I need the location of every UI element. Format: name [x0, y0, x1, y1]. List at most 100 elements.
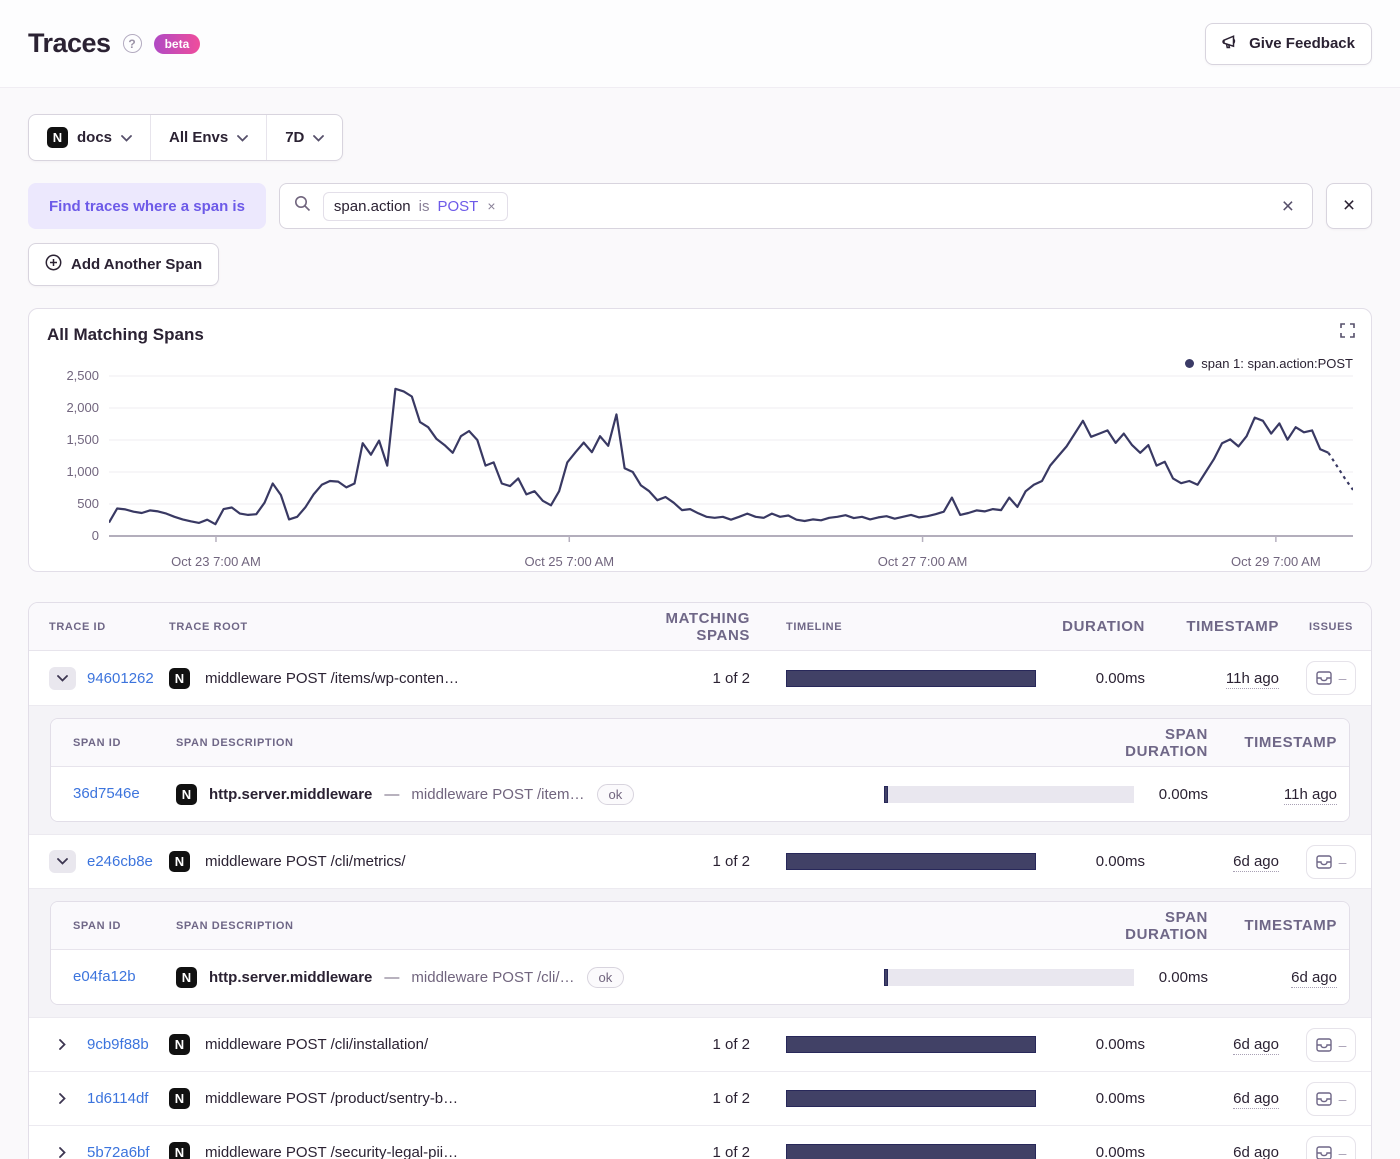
inbox-icon [1315, 671, 1332, 685]
duration-value: 0.00ms [1095, 1090, 1145, 1107]
timestamp-value: 11h ago [1225, 669, 1279, 689]
timestamp-value: 6d ago [1233, 1144, 1279, 1159]
collapse-row-button[interactable] [49, 850, 76, 873]
span-row[interactable]: 36d7546e N http.server.middleware — midd… [51, 767, 1349, 821]
table-row[interactable]: 9cb9f88b N middleware POST /cli/installa… [29, 1017, 1371, 1071]
collapse-row-button[interactable] [49, 666, 76, 690]
span-op-label: http.server.middleware [209, 968, 373, 986]
search-input[interactable] [519, 197, 1266, 215]
nextjs-project-icon: N [169, 667, 190, 689]
trace-id-link[interactable]: e246cb8e [87, 853, 153, 870]
x-axis-label: Oct 23 7:00 AM [171, 554, 261, 569]
matching-spans-value: 1 of 2 [712, 669, 750, 687]
duration-value: 0.00ms [1095, 1036, 1145, 1053]
trace-id-link[interactable]: 5b72a6bf [87, 1144, 150, 1159]
span-id-link[interactable]: 36d7546e [73, 785, 140, 802]
all-matching-spans-chart-card: All Matching Spans span 1: span.action:P… [28, 308, 1372, 572]
x-axis-label: Oct 29 7:00 AM [1231, 554, 1321, 569]
help-icon[interactable]: ? [122, 34, 142, 53]
clear-search-icon[interactable]: × [1278, 194, 1298, 219]
nextjs-project-icon: N [169, 1142, 190, 1159]
col-timestamp: TIMESTAMP [1186, 618, 1279, 635]
matching-spans-value: 1 of 2 [712, 1144, 750, 1159]
trace-id-link[interactable]: 9cb9f88b [87, 1036, 149, 1053]
col-trace-root: TRACE ROOT [169, 620, 248, 633]
issues-button[interactable]: – [1305, 1027, 1357, 1062]
issues-dash: – [1338, 670, 1347, 686]
page-header: Traces ? beta Give Feedback [0, 0, 1400, 88]
table-row[interactable]: 94601262 N middleware POST /items/wp-con… [29, 651, 1371, 705]
token-key: span.action [333, 197, 411, 215]
issues-button[interactable]: – [1305, 844, 1357, 879]
span-search-row: Find traces where a span is span.action … [28, 183, 1372, 229]
megaphone-icon [1222, 34, 1240, 54]
duration-value: 0.00ms [1095, 1144, 1145, 1159]
expand-row-button[interactable] [49, 1087, 76, 1110]
date-range-dropdown[interactable]: 7D [266, 115, 342, 160]
chevron-down-icon [121, 129, 132, 146]
y-axis-label: 2,000 [66, 400, 99, 415]
expand-row-button[interactable] [49, 1141, 76, 1159]
nextjs-project-icon: N [176, 966, 197, 988]
date-range-label: 7D [285, 129, 305, 146]
y-axis-label: 1,500 [66, 432, 99, 447]
issues-button[interactable]: – [1305, 1135, 1357, 1159]
duration-value: 0.00ms [1095, 669, 1145, 687]
col-span-id: SPAN ID [73, 919, 122, 932]
y-axis-label: 2,500 [66, 368, 99, 383]
span-timeline-bar [884, 785, 1134, 803]
y-axis-label: 500 [77, 496, 99, 511]
col-span-id: SPAN ID [73, 736, 122, 749]
span-id-link[interactable]: e04fa12b [73, 968, 136, 985]
y-axis-label: 0 [91, 528, 99, 543]
span-table-header: SPAN ID SPAN DESCRIPTION SPAN DURATION T… [51, 719, 1349, 767]
span-search-box[interactable]: span.action is POST × × [278, 183, 1313, 229]
timeline-bar [786, 669, 1036, 687]
chart-legend: span 1: span.action:POST [1185, 356, 1353, 371]
x-axis-label: Oct 25 7:00 AM [524, 554, 615, 569]
trace-root-label: middleware POST /product/sentry-b… [205, 1090, 459, 1107]
timeline-bar [786, 1090, 1036, 1107]
nextjs-project-icon: N [176, 783, 197, 805]
environment-filter-dropdown[interactable]: All Envs [150, 115, 266, 160]
table-row[interactable]: 1d6114df N middleware POST /product/sent… [29, 1071, 1371, 1125]
table-row[interactable]: 5b72a6bf N middleware POST /security-leg… [29, 1125, 1371, 1159]
expand-chart-icon[interactable] [1340, 323, 1355, 343]
span-status-badge: ok [596, 783, 635, 805]
project-filter-dropdown[interactable]: N docs [29, 115, 150, 160]
find-traces-label: Find traces where a span is [28, 183, 266, 229]
nextjs-project-icon: N [169, 1088, 190, 1109]
issues-button[interactable]: – [1305, 1081, 1357, 1116]
col-duration: DURATION [1062, 618, 1145, 635]
issues-button[interactable]: – [1305, 661, 1357, 695]
matching-spans-value: 1 of 2 [712, 853, 750, 870]
nextjs-project-icon: N [169, 1034, 190, 1055]
trace-root-label: middleware POST /cli/installation/ [205, 1036, 429, 1053]
chevron-down-icon [237, 129, 249, 146]
trace-id-link[interactable]: 1d6114df [87, 1090, 148, 1107]
add-another-span-button[interactable]: Add Another Span [28, 243, 220, 286]
span-row[interactable]: e04fa12b N http.server.middleware — midd… [51, 950, 1349, 1004]
trace-root-label: middleware POST /cli/metrics/ [205, 853, 406, 870]
beta-badge: beta [153, 33, 201, 54]
remove-span-filter-button[interactable]: × [1326, 183, 1372, 229]
page-title: Traces [28, 28, 111, 58]
span-table-header: SPAN ID SPAN DESCRIPTION SPAN DURATION T… [51, 902, 1349, 950]
give-feedback-button[interactable]: Give Feedback [1205, 22, 1372, 65]
project-filter-label: docs [77, 129, 113, 146]
col-matching-spans: MATCHING SPANS [665, 609, 750, 644]
table-row[interactable]: e246cb8e N middleware POST /cli/metrics/… [29, 834, 1371, 888]
col-trace-id: TRACE ID [49, 620, 106, 633]
trace-id-link[interactable]: 94601262 [87, 670, 154, 687]
search-filter-token[interactable]: span.action is POST × [322, 191, 508, 221]
expanded-span-section: SPAN ID SPAN DESCRIPTION SPAN DURATION T… [29, 705, 1371, 834]
expand-row-button[interactable] [49, 1033, 76, 1056]
timestamp-value: 6d ago [1233, 853, 1279, 872]
span-timeline-bar [884, 968, 1134, 986]
search-icon [294, 195, 311, 217]
matching-spans-value: 1 of 2 [712, 1090, 750, 1107]
y-axis-labels: 0 500 1,000 1,500 2,000 2,500 [47, 368, 109, 543]
trace-root-label: middleware POST /security-legal-pii… [205, 1144, 459, 1159]
token-remove-icon[interactable]: × [486, 198, 496, 214]
col-span-description: SPAN DESCRIPTION [176, 736, 294, 749]
